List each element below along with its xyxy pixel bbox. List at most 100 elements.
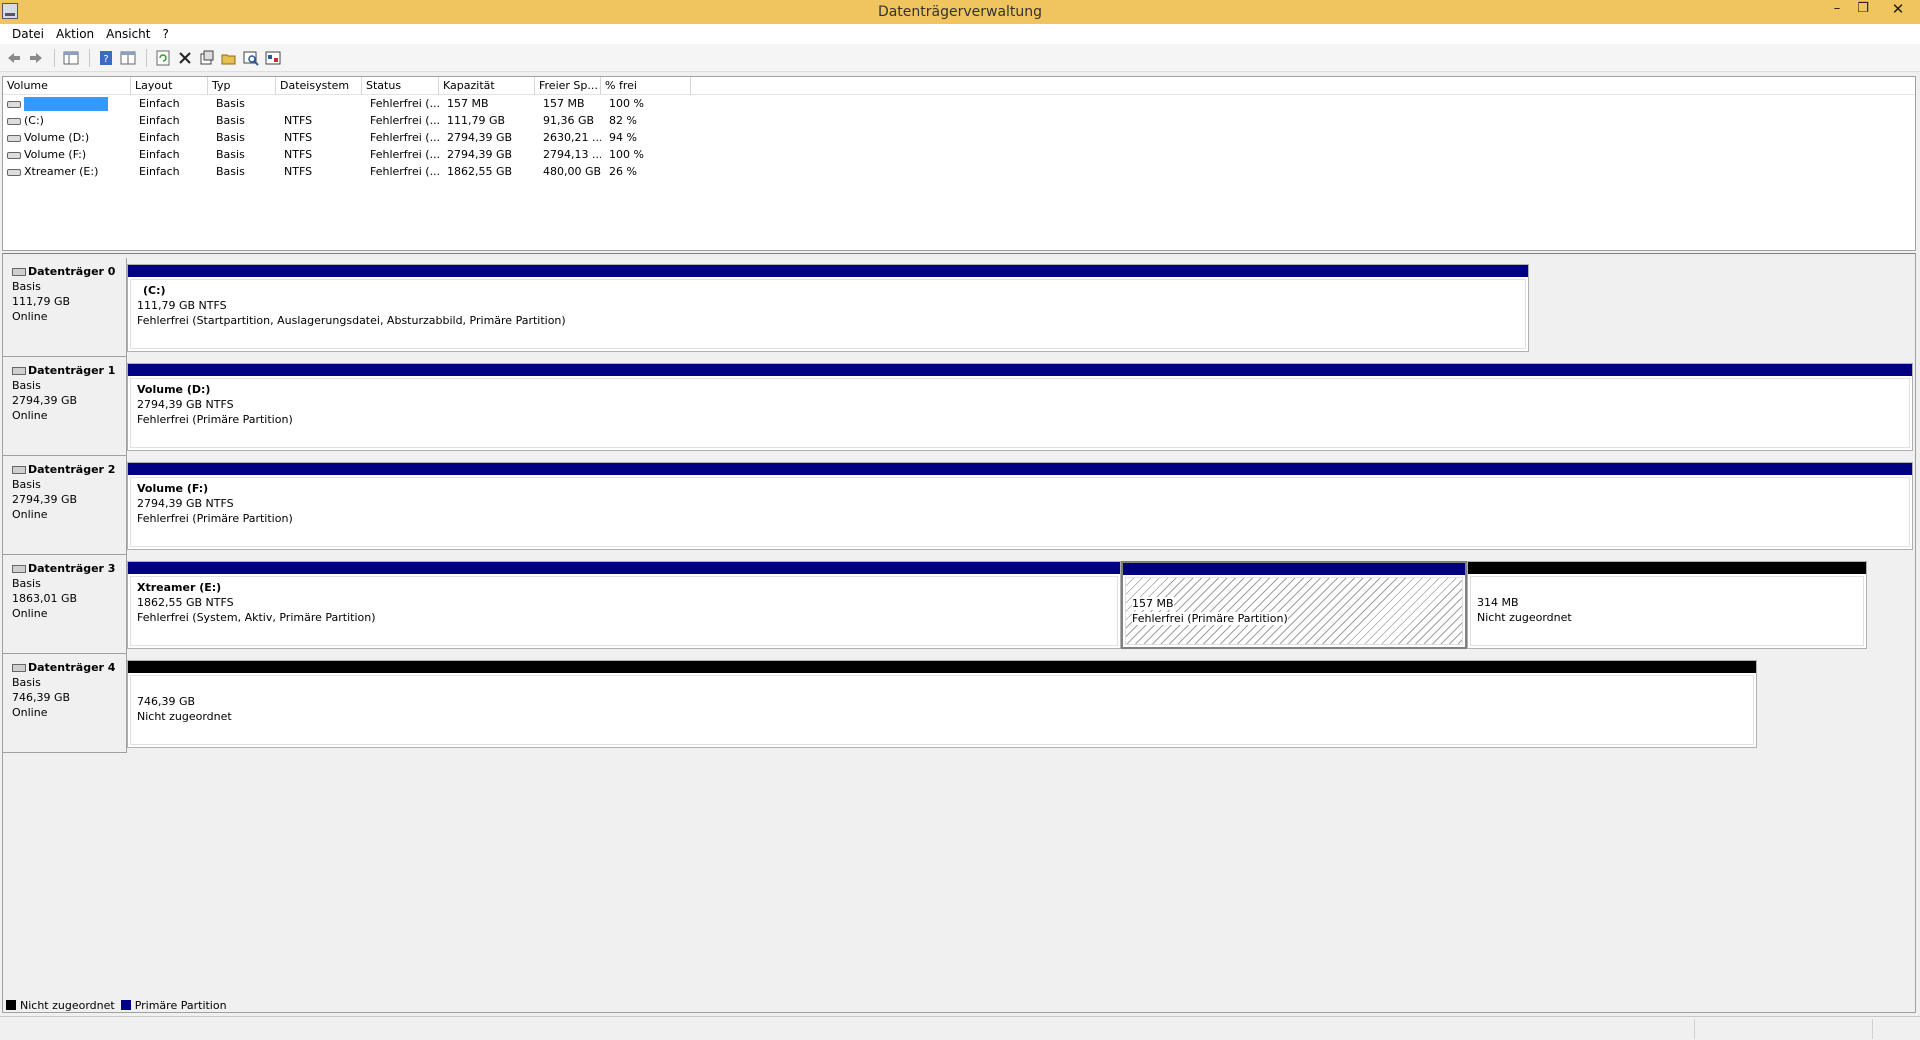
status-cell: Fehlerfrei (... <box>370 148 439 161</box>
restore-button[interactable]: ❐ <box>1850 0 1876 20</box>
toolbar-separator <box>89 48 90 67</box>
volume-list-header: Volume Layout Typ Dateisystem Status Kap… <box>3 77 1915 95</box>
freier-speicher-cell: 91,36 GB <box>543 114 595 127</box>
column-header-prozent-frei[interactable]: % frei <box>601 77 691 95</box>
prozent-frei-cell: 94 % <box>609 131 637 144</box>
legend-label-unallocated: Nicht zugeordnet <box>20 998 115 1012</box>
menu-bar: Datei Aktion Ansicht ? <box>0 24 1920 44</box>
partition-unallocated-314mb[interactable]: 314 MB Nicht zugeordnet <box>1467 561 1867 649</box>
settings-icon[interactable] <box>263 48 283 68</box>
disk-icon <box>12 268 26 276</box>
disk-row-3: Datenträger 3 Basis 1863,01 GB Online Xt… <box>3 555 1917 654</box>
status-cell: Fehlerfrei (... <box>370 165 439 178</box>
properties-icon[interactable] <box>197 48 217 68</box>
column-header-status[interactable]: Status <box>362 77 439 95</box>
partition-body: Volume (D:) 2794,39 GB NTFS Fehlerfrei (… <box>130 378 1910 448</box>
column-header-volume[interactable]: Volume <box>3 77 131 95</box>
partition-status: Nicht zugeordnet <box>137 710 232 723</box>
legend-swatch-unallocated <box>6 1000 16 1010</box>
partition-status: Fehlerfrei (Primäre Partition) <box>1132 612 1288 625</box>
column-header-layout[interactable]: Layout <box>131 77 208 95</box>
table-row[interactable]: Xtreamer (E:) Einfach Basis NTFS Fehlerf… <box>3 163 1915 180</box>
help-icon[interactable]: ? <box>96 48 116 68</box>
forward-icon[interactable] <box>26 48 46 68</box>
menu-help[interactable]: ? <box>156 27 174 41</box>
partition-size: 157 MB <box>1132 597 1174 610</box>
table-row[interactable]: Einfach Basis Fehlerfrei (... 157 MB 157… <box>3 95 1915 112</box>
toolbar-separator <box>54 48 55 67</box>
legend-swatch-primary <box>120 1000 131 1010</box>
open-icon[interactable] <box>219 48 239 68</box>
disk-icon <box>12 565 26 573</box>
disk-label-1[interactable]: Datenträger 1 Basis 2794,39 GB Online <box>3 357 127 456</box>
column-header-freier-speicher[interactable]: Freier Sp... <box>535 77 601 95</box>
close-button[interactable]: ✕ <box>1876 0 1920 20</box>
kapazitaet-cell: 2794,39 GB <box>447 148 513 161</box>
menu-datei[interactable]: Datei <box>6 27 50 41</box>
kapazitaet-cell: 2794,39 GB <box>447 131 513 144</box>
menu-ansicht[interactable]: Ansicht <box>100 27 156 41</box>
table-row[interactable]: (C:) Einfach Basis NTFS Fehlerfrei (... … <box>3 112 1915 129</box>
freier-speicher-cell: 157 MB <box>543 97 585 110</box>
disk-name: Datenträger 4 <box>28 661 116 674</box>
partition-f[interactable]: Volume (F:) 2794,39 GB NTFS Fehlerfrei (… <box>127 462 1913 550</box>
drive-icon <box>7 117 21 125</box>
partition-size: 2794,39 GB NTFS <box>137 497 234 510</box>
partition-size: 2794,39 GB NTFS <box>137 398 234 411</box>
partition-title: Volume (D:) <box>137 383 211 396</box>
disk-type: Basis <box>12 280 41 293</box>
refresh-icon[interactable] <box>153 48 173 68</box>
show-hide-console-tree-icon[interactable] <box>61 48 81 68</box>
menu-aktion[interactable]: Aktion <box>50 27 100 41</box>
disk-name: Datenträger 2 <box>28 463 116 476</box>
disk-label-3[interactable]: Datenträger 3 Basis 1863,01 GB Online <box>3 555 127 654</box>
partition-status: Fehlerfrei (System, Aktiv, Primäre Parti… <box>137 611 376 624</box>
partition-c[interactable]: (C:) 111,79 GB NTFS Fehlerfrei (Startpar… <box>127 264 1529 352</box>
partition-e[interactable]: Xtreamer (E:) 1862,55 GB NTFS Fehlerfrei… <box>127 561 1121 649</box>
disk-graphical-view: Datenträger 0 Basis 111,79 GB Online (C:… <box>2 253 1916 1013</box>
title-bar: Datenträgerverwaltung – ❐ ✕ <box>0 0 1920 24</box>
disk-label-4[interactable]: Datenträger 4 Basis 746,39 GB Online <box>3 654 127 753</box>
partition-d[interactable]: Volume (D:) 2794,39 GB NTFS Fehlerfrei (… <box>127 363 1913 451</box>
disk-type: Basis <box>12 379 41 392</box>
partition-unallocated-746gb[interactable]: 746,39 GB Nicht zugeordnet <box>127 660 1757 748</box>
partition-status: Fehlerfrei (Primäre Partition) <box>137 413 293 426</box>
disk-label-0[interactable]: Datenträger 0 Basis 111,79 GB Online <box>3 258 127 357</box>
disk-state: Online <box>12 409 48 422</box>
column-header-dateisystem[interactable]: Dateisystem <box>276 77 362 95</box>
column-header-typ[interactable]: Typ <box>208 77 276 95</box>
disk-row-2: Datenträger 2 Basis 2794,39 GB Online Vo… <box>3 456 1917 555</box>
disk-management-app-icon[interactable] <box>2 3 18 19</box>
typ-cell: Basis <box>216 97 245 110</box>
table-row[interactable]: Volume (D:) Einfach Basis NTFS Fehlerfre… <box>3 129 1915 146</box>
view-icon[interactable] <box>118 48 138 68</box>
partition-title: Volume (F:) <box>137 482 209 495</box>
partition-title: Xtreamer (E:) <box>137 581 222 594</box>
volume-list: Volume Layout Typ Dateisystem Status Kap… <box>2 76 1916 251</box>
delete-icon[interactable] <box>175 48 195 68</box>
partition-157mb-selected[interactable]: 157 MB Fehlerfrei (Primäre Partition) <box>1121 561 1467 649</box>
disk-state: Online <box>12 310 48 323</box>
disk-type: Basis <box>12 577 41 590</box>
drive-icon <box>7 100 21 108</box>
prozent-frei-cell: 100 % <box>609 148 644 161</box>
drive-icon <box>7 168 21 176</box>
primary-partition-bar <box>128 562 1120 574</box>
unallocated-bar <box>128 661 1756 673</box>
table-row[interactable]: Volume (F:) Einfach Basis NTFS Fehlerfre… <box>3 146 1915 163</box>
selected-volume-name <box>24 97 108 111</box>
partition-size: 314 MB <box>1477 596 1519 609</box>
explore-icon[interactable] <box>241 48 261 68</box>
column-header-kapazitaet[interactable]: Kapazität <box>439 77 535 95</box>
partition-body: 314 MB Nicht zugeordnet <box>1470 576 1864 646</box>
disk-size: 2794,39 GB <box>12 493 78 506</box>
prozent-frei-cell: 82 % <box>609 114 637 127</box>
status-bar <box>0 1016 1920 1040</box>
partition-status: Fehlerfrei (Startpartition, Auslagerungs… <box>137 314 566 327</box>
back-icon[interactable] <box>4 48 24 68</box>
disk-size: 111,79 GB <box>12 295 71 308</box>
disk-label-2[interactable]: Datenträger 2 Basis 2794,39 GB Online <box>3 456 127 555</box>
partition-status: Fehlerfrei (Primäre Partition) <box>137 512 293 525</box>
drive-icon <box>7 134 21 142</box>
minimize-button[interactable]: – <box>1824 0 1850 20</box>
